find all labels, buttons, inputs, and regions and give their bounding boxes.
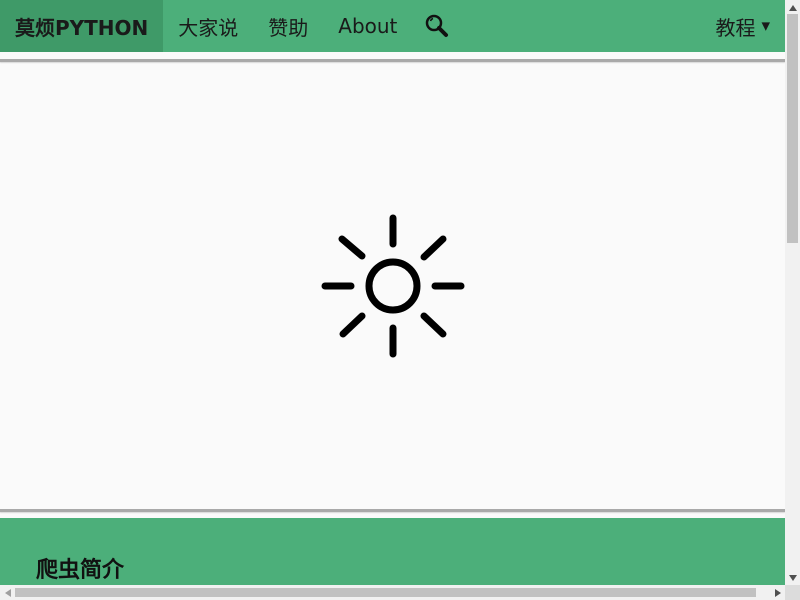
horizontal-scrollbar[interactable] bbox=[0, 585, 785, 600]
top-navbar: 莫烦PYTHON 大家说 赞助 About 教程 ▾ bbox=[0, 0, 785, 52]
scroll-up-arrow-icon[interactable] bbox=[785, 0, 800, 15]
vertical-scrollbar[interactable] bbox=[785, 0, 800, 585]
chevron-down-icon: ▾ bbox=[761, 16, 770, 36]
nav-item-sponsor[interactable]: 赞助 bbox=[253, 0, 323, 52]
brand-logo-link[interactable]: 莫烦PYTHON bbox=[0, 0, 164, 52]
sun-icon bbox=[321, 214, 464, 357]
search-icon bbox=[426, 14, 449, 37]
tutorials-dropdown[interactable]: 教程 ▾ bbox=[700, 0, 785, 52]
hero-banner bbox=[0, 62, 785, 509]
nav-item-about[interactable]: About bbox=[323, 0, 412, 52]
section-title: 爬虫简介 bbox=[36, 558, 125, 583]
page-viewport: 莫烦PYTHON 大家说 赞助 About 教程 ▾ 爬虫简介 bbox=[0, 0, 785, 585]
scroll-left-arrow-icon[interactable] bbox=[0, 585, 15, 600]
intro-section: 爬虫简介 bbox=[0, 518, 785, 585]
horizontal-scroll-thumb[interactable] bbox=[15, 588, 756, 597]
scrollbar-corner bbox=[785, 585, 800, 600]
scroll-down-arrow-icon[interactable] bbox=[785, 570, 800, 585]
hero-bottom-divider bbox=[0, 509, 785, 512]
nav-item-comments[interactable]: 大家说 bbox=[163, 0, 253, 52]
vertical-scroll-thumb[interactable] bbox=[787, 14, 798, 243]
tutorials-dropdown-label: 教程 bbox=[715, 15, 756, 40]
scroll-right-arrow-icon[interactable] bbox=[770, 585, 785, 600]
search-button[interactable] bbox=[412, 0, 462, 52]
